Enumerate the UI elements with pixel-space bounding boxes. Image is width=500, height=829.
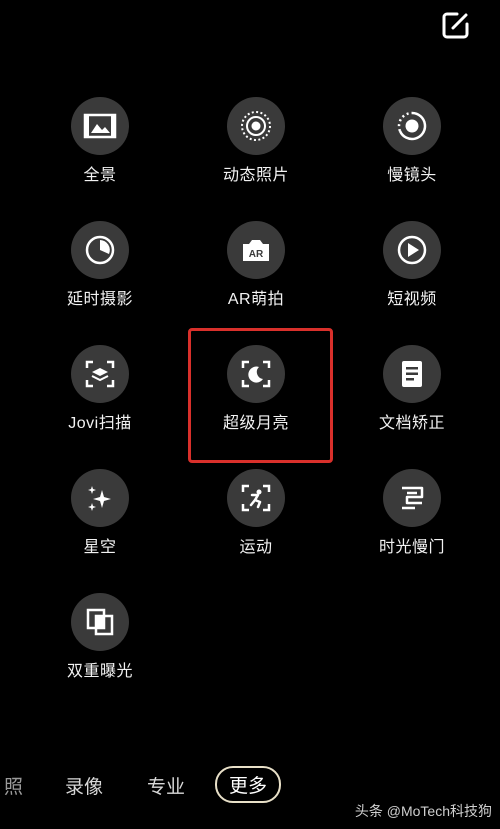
mode-label: AR萌拍 [227,291,285,308]
double-exposure-icon [71,593,129,651]
slow-motion-icon [383,97,441,155]
mode-time-lapse[interactable]: 延时摄影 [45,221,155,331]
tab-more[interactable]: 更多 [215,766,282,803]
watermark: 头条 @MoTech科技狗 [354,803,492,819]
mode-sport[interactable]: 运动 [201,469,311,579]
mode-grid: 全景 动态照片 慢镜头 延时摄影 AR AR萌拍 短视频 Jovi扫描 超级月亮… [0,0,500,700]
sport-icon [227,469,285,527]
mode-slow-shutter[interactable]: 时光慢门 [357,469,467,579]
mode-label: Jovi扫描 [68,415,132,432]
mode-ar[interactable]: AR AR萌拍 [201,221,311,331]
document-icon [383,345,441,403]
live-photo-icon [227,97,285,155]
mode-label: 短视频 [387,291,437,308]
mode-label: 运动 [239,539,273,556]
starry-sky-icon [71,469,129,527]
mode-label: 全景 [83,167,117,184]
mode-live-photo[interactable]: 动态照片 [201,97,311,207]
mode-label: 慢镜头 [387,167,437,184]
svg-text:AR: AR [249,249,264,260]
slow-shutter-icon [383,469,441,527]
mode-label: 星空 [83,539,117,556]
ar-icon: AR [227,221,285,279]
mode-short-video[interactable]: 短视频 [357,221,467,331]
mode-label: 文档矫正 [378,415,445,432]
mode-label: 时光慢门 [378,539,445,556]
mode-label: 延时摄影 [66,291,133,308]
tab-pro[interactable]: 专业 [147,772,185,799]
tab-video[interactable]: 录像 [65,772,103,799]
mode-starry-sky[interactable]: 星空 [45,469,155,579]
time-lapse-icon [71,221,129,279]
mode-slow-motion[interactable]: 慢镜头 [357,97,467,207]
mode-panorama[interactable]: 全景 [45,97,155,207]
short-video-icon [383,221,441,279]
highlight-box [188,328,333,463]
tab-photo[interactable]: 照 [4,772,23,799]
mode-label: 动态照片 [222,167,289,184]
panorama-icon [71,97,129,155]
mode-jovi-scan[interactable]: Jovi扫描 [45,345,155,455]
mode-label: 双重曝光 [66,663,133,680]
mode-double-exposure[interactable]: 双重曝光 [45,593,155,703]
jovi-scan-icon [71,345,129,403]
mode-document[interactable]: 文档矫正 [357,345,467,455]
